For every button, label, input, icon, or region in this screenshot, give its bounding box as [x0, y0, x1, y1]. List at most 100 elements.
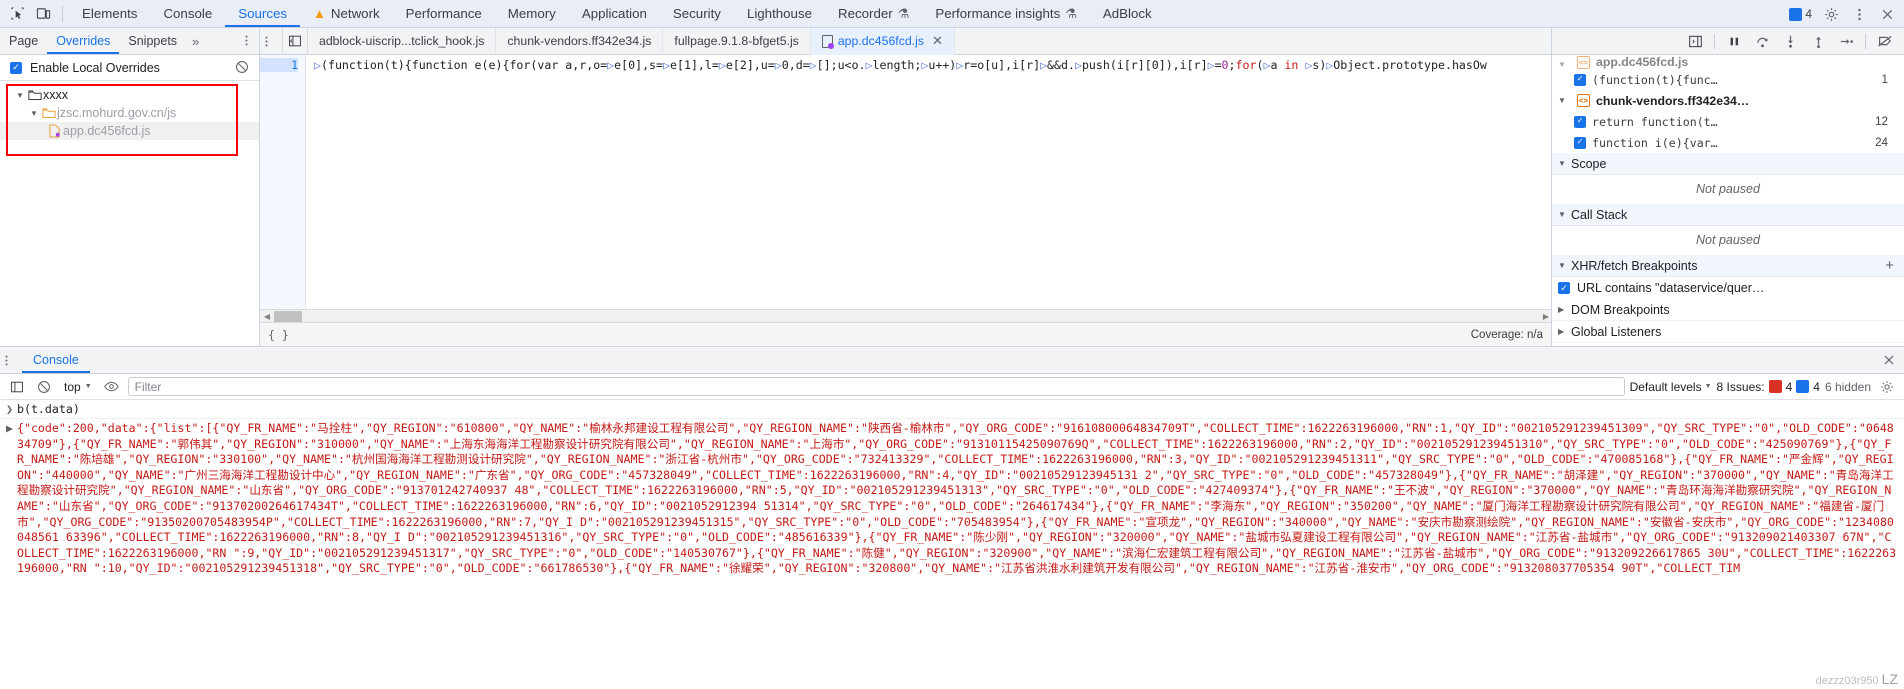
step-icon[interactable] [1833, 29, 1859, 53]
editor-tab-adblock[interactable]: adblock-uiscrip...tclick_hook.js [308, 27, 497, 55]
live-expression-eye-icon[interactable] [101, 376, 123, 398]
fold-marker-icon[interactable]: ▷ [866, 58, 873, 72]
step-out-icon[interactable] [1805, 29, 1831, 53]
code-editor[interactable]: 1 ▷(function(t){function e(e){for(var a,… [260, 55, 1551, 309]
debugger-sections[interactable]: ▼ <> app.dc456fcd.js ✓ (function(t){func… [1552, 55, 1904, 346]
fold-marker-icon[interactable]: ▷ [663, 58, 670, 72]
expand-triangle-icon[interactable]: ▼ [1558, 60, 1571, 69]
clear-console-icon[interactable] [33, 376, 55, 398]
breakpoint-row[interactable]: ✓ (function(t){func… 1 [1552, 69, 1904, 90]
fold-marker-icon[interactable]: ▷ [314, 58, 321, 72]
editor-horizontal-scrollbar[interactable]: ◀ ▶ [260, 309, 1551, 322]
tree-item-domain[interactable]: ▼ jzsc.mohurd.gov.cn/js [0, 104, 259, 122]
navigator-more-vertical-icon[interactable] [240, 34, 253, 47]
tab-application[interactable]: Application [569, 0, 660, 27]
fold-marker-icon[interactable]: ▷ [810, 58, 817, 72]
add-xhr-breakpoint-icon[interactable]: + [1885, 257, 1898, 274]
toggle-navigator-icon[interactable] [282, 27, 308, 55]
tab-performance[interactable]: Performance [393, 0, 495, 27]
console-command-entry[interactable]: ❯ b(t.data) [0, 400, 1904, 419]
console-filter-input[interactable]: Filter [127, 377, 1625, 396]
breakpoint-checkbox[interactable]: ✓ [1574, 73, 1586, 86]
breakpoint-checkbox[interactable]: ✓ [1574, 136, 1586, 149]
drawer-more-vertical-icon[interactable] [0, 354, 22, 367]
line-number[interactable]: 1 [260, 58, 298, 72]
scroll-left-icon[interactable]: ◀ [260, 312, 274, 321]
inspect-element-icon[interactable] [4, 2, 30, 26]
console-issues-badge[interactable]: 8 Issues: 4 4 [1717, 380, 1820, 394]
expand-triangle-icon[interactable]: ▼ [1558, 261, 1571, 270]
section-global-listeners[interactable]: ▶ Global Listeners [1552, 321, 1904, 343]
fold-marker-icon[interactable]: ▷ [1075, 58, 1082, 72]
expand-triangle-icon[interactable]: ▼ [1558, 96, 1571, 105]
show-navigator-icon[interactable] [1682, 29, 1708, 53]
execution-context-selector[interactable]: top ▼ [60, 380, 96, 394]
console-output[interactable]: ❯ b(t.data) ▶ {"code":200,"data":{"list"… [0, 400, 1904, 689]
tab-recorder[interactable]: Recorder ⚗ [825, 0, 922, 27]
tree-item-root[interactable]: ▼ xxxx [0, 86, 259, 104]
section-scope[interactable]: ▼ Scope [1552, 153, 1904, 175]
fold-marker-icon[interactable]: ▷ [1208, 58, 1215, 72]
console-result-entry[interactable]: ▶ {"code":200,"data":{"list":[{"QY_FR_NA… [0, 419, 1904, 577]
scroll-right-icon[interactable]: ▶ [1543, 312, 1549, 321]
editor-tab-chunk-vendors[interactable]: chunk-vendors.ff342e34.js [496, 27, 664, 55]
editor-tab-fullpage[interactable]: fullpage.9.1.8-bfget5.js [663, 27, 811, 55]
collapse-triangle-icon[interactable]: ▶ [1558, 327, 1571, 336]
tab-lighthouse[interactable]: Lighthouse [734, 0, 825, 27]
section-call-stack[interactable]: ▼ Call Stack [1552, 204, 1904, 226]
fold-marker-icon[interactable]: ▷ [775, 58, 782, 72]
settings-gear-icon[interactable] [1818, 2, 1844, 26]
tab-performance-insights[interactable]: Performance insights ⚗ [922, 0, 1090, 27]
tab-adblock[interactable]: AdBlock [1090, 0, 1165, 27]
tab-elements[interactable]: Elements [69, 0, 150, 27]
more-vertical-icon[interactable] [1846, 2, 1872, 26]
editor-more-vertical-icon[interactable] [260, 35, 282, 48]
console-levels-selector[interactable]: Default levels ▼ [1630, 380, 1712, 394]
step-into-icon[interactable] [1777, 29, 1803, 53]
error-count-badge[interactable]: 4 [1785, 7, 1816, 21]
pretty-print-icon[interactable]: { } [268, 328, 289, 342]
tab-network[interactable]: ▲ Network [300, 0, 393, 27]
expand-result-triangle-icon[interactable]: ▶ [6, 421, 13, 577]
breakpoint-checkbox[interactable]: ✓ [1574, 115, 1586, 128]
drawer-tab-console[interactable]: Console [22, 347, 90, 373]
console-sidebar-icon[interactable] [6, 376, 28, 398]
expand-triangle-icon[interactable]: ▼ [28, 109, 40, 118]
section-dom-breakpoints[interactable]: ▶ DOM Breakpoints [1552, 299, 1904, 321]
expand-triangle-icon[interactable]: ▼ [1558, 159, 1571, 168]
breakpoint-row[interactable]: ✓ function i(e){var… 24 [1552, 132, 1904, 153]
clear-overrides-icon[interactable] [235, 60, 249, 74]
tab-memory[interactable]: Memory [495, 0, 569, 27]
close-drawer-icon[interactable] [1882, 353, 1896, 367]
scrollbar-thumb[interactable] [274, 310, 302, 322]
section-xhr-breakpoints[interactable]: ▼ XHR/fetch Breakpoints + [1552, 255, 1904, 277]
xhr-breakpoint-checkbox[interactable]: ✓ [1558, 282, 1570, 294]
expand-triangle-icon[interactable]: ▼ [14, 91, 26, 100]
breakpoint-row[interactable]: ✓ return function(t… 12 [1552, 111, 1904, 132]
code-content-line[interactable]: ▷(function(t){function e(e){for(var a,r,… [306, 55, 1551, 309]
tab-security[interactable]: Security [660, 0, 734, 27]
deactivate-breakpoints-icon[interactable] [1872, 29, 1898, 53]
fold-marker-icon[interactable]: ▷ [719, 58, 726, 72]
nav-tab-overrides[interactable]: Overrides [47, 28, 119, 54]
xhr-breakpoint-row[interactable]: ✓ URL contains "dataservice/quer… [1552, 277, 1904, 299]
step-over-icon[interactable] [1749, 29, 1775, 53]
enable-overrides-checkbox[interactable]: ✓ [10, 61, 22, 74]
more-tabs-chevron-icon[interactable]: » [186, 34, 205, 49]
fold-marker-icon[interactable]: ▷ [1040, 58, 1047, 72]
pause-resume-icon[interactable] [1721, 29, 1747, 53]
editor-tab-app[interactable]: app.dc456fcd.js ✕ [810, 27, 955, 55]
device-toolbar-icon[interactable] [30, 2, 56, 26]
breakpoint-file-app[interactable]: ▼ <> app.dc456fcd.js [1552, 55, 1904, 69]
enable-local-overrides-row[interactable]: ✓ Enable Local Overrides [0, 55, 259, 81]
tree-item-file[interactable]: app.dc456fcd.js [0, 122, 259, 140]
close-devtools-icon[interactable] [1874, 2, 1900, 26]
nav-tab-snippets[interactable]: Snippets [119, 28, 186, 54]
tab-sources[interactable]: Sources [225, 0, 300, 27]
console-settings-gear-icon[interactable] [1876, 376, 1898, 398]
tab-console[interactable]: Console [150, 0, 225, 27]
nav-tab-page[interactable]: Page [0, 28, 47, 54]
breakpoint-file-chunk-vendors[interactable]: ▼ <> chunk-vendors.ff342e34… [1552, 90, 1904, 111]
collapse-triangle-icon[interactable]: ▶ [1558, 305, 1571, 314]
expand-triangle-icon[interactable]: ▼ [1558, 210, 1571, 219]
